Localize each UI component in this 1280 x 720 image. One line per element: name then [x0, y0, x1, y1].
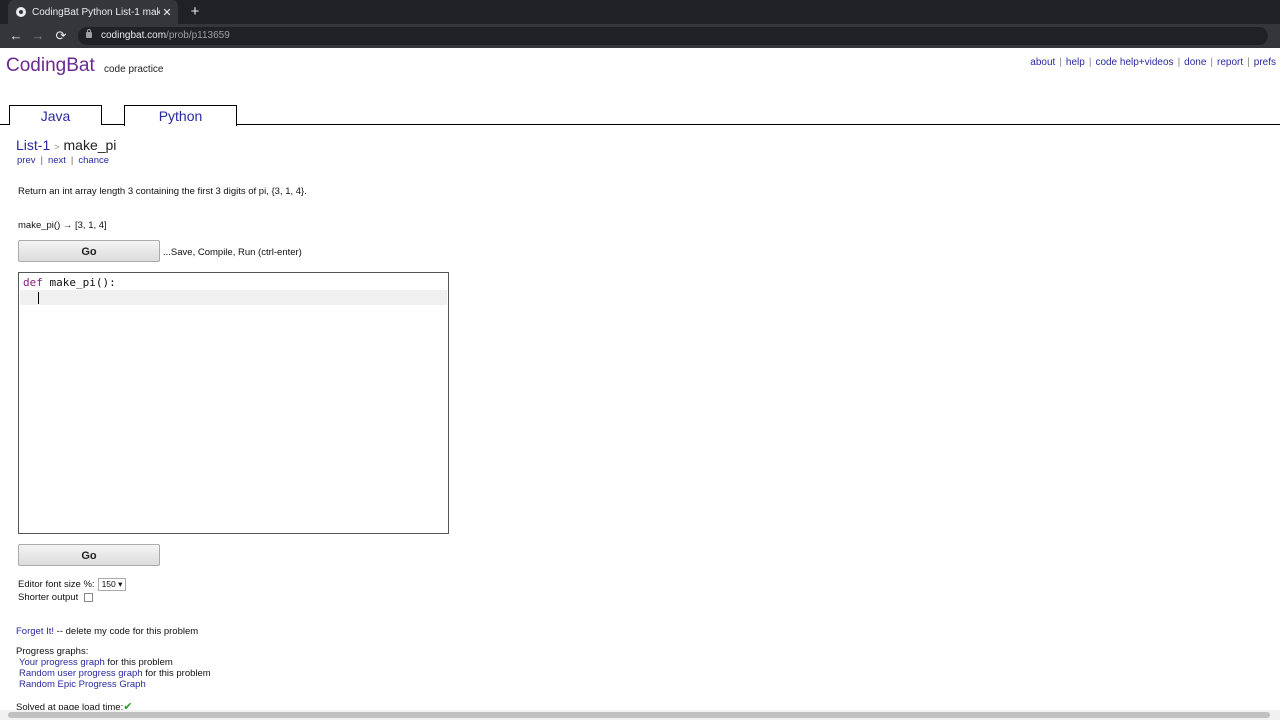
shorter-output-label: Shorter output [18, 592, 79, 603]
tab-python[interactable]: Python [124, 105, 237, 126]
top-links: about | help | code help+videos | done | report |… [1030, 57, 1276, 68]
problem-title: make_pi [63, 137, 117, 153]
shorter-output-checkbox[interactable] [84, 592, 94, 602]
prefs-link[interactable]: prefs [1254, 57, 1276, 68]
code-help-videos-link[interactable]: code help+videos [1095, 57, 1173, 68]
active-line [20, 290, 447, 305]
back-icon[interactable]: ← [8, 28, 24, 44]
problem-example: make_pi() → [3, 1, 4] [18, 220, 107, 231]
breadcrumb-list-link[interactable]: List-1 [16, 137, 50, 153]
forget-text: -- delete my code for this problem [54, 626, 199, 637]
scrollbar-thumb[interactable] [8, 712, 1270, 718]
horizontal-scrollbar[interactable] [0, 710, 1280, 720]
go-button-bottom[interactable]: Go [18, 544, 160, 566]
font-size-setting: Editor font size %: 150 ▾ [18, 578, 127, 591]
browser-tab-strip: CodingBat Python List-1 make_pi ✕ + [0, 0, 1280, 24]
lock-icon [86, 29, 92, 38]
random-epic-graph-link[interactable]: Random Epic Progress Graph [19, 679, 146, 690]
forget-section: Forget It! -- delete my code for this pr… [16, 626, 198, 637]
tab-java[interactable]: Java [9, 105, 102, 125]
problem-nav: prev | next | chance [17, 155, 110, 166]
forget-it-link[interactable]: Forget It! [16, 626, 54, 637]
progress-graphs: Progress graphs: Your progress graph for… [16, 646, 211, 690]
url-path: /prob/p113659 [166, 30, 230, 41]
code-editor[interactable]: def make_pi(): [18, 272, 449, 534]
go-hint: ...Save, Compile, Run (ctrl-enter) [163, 247, 302, 258]
breadcrumb: List-1 > make_pi [16, 137, 116, 153]
font-size-label: Editor font size %: [18, 579, 95, 591]
problem-description: Return an int array length 3 containing … [18, 186, 307, 197]
breadcrumb-separator: > [54, 142, 60, 152]
url-host: codingbat.com [101, 30, 167, 41]
code-text: make_pi(): [42, 276, 116, 289]
address-bar[interactable]: codingbat.com/prob/p113659 [78, 27, 1268, 45]
your-progress-graph-link[interactable]: Your progress graph [19, 657, 105, 668]
prev-link[interactable]: prev [17, 155, 35, 166]
help-link[interactable]: help [1066, 57, 1085, 68]
logo-subtitle: code practice [104, 64, 164, 75]
code-line-1: def make_pi(): [23, 276, 116, 289]
progress-graphs-heading: Progress graphs: [16, 646, 89, 657]
browser-toolbar: ← → ⟳ codingbat.com/prob/p113659 [0, 24, 1280, 48]
code-keyword: def [23, 276, 43, 289]
shorter-output-setting: Shorter output [18, 592, 94, 603]
new-tab-icon[interactable]: + [186, 3, 204, 21]
text-caret [38, 292, 39, 304]
about-link[interactable]: about [1030, 57, 1055, 68]
forward-icon[interactable]: → [30, 28, 46, 44]
chance-link[interactable]: chance [78, 155, 109, 166]
next-link[interactable]: next [48, 155, 66, 166]
done-link[interactable]: done [1184, 57, 1206, 68]
random-user-graph-link[interactable]: Random user progress graph [19, 668, 143, 679]
reload-icon[interactable]: ⟳ [53, 28, 69, 44]
browser-tab[interactable]: CodingBat Python List-1 make_pi ✕ [8, 0, 178, 24]
font-size-select[interactable]: 150 ▾ [97, 578, 127, 591]
favicon-icon [16, 7, 26, 17]
tab-title: CodingBat Python List-1 make_pi [32, 6, 160, 18]
report-link[interactable]: report [1217, 57, 1243, 68]
close-tab-icon[interactable]: ✕ [160, 6, 174, 19]
site-logo[interactable]: CodingBat [6, 55, 95, 77]
go-button-top[interactable]: Go [18, 240, 160, 262]
